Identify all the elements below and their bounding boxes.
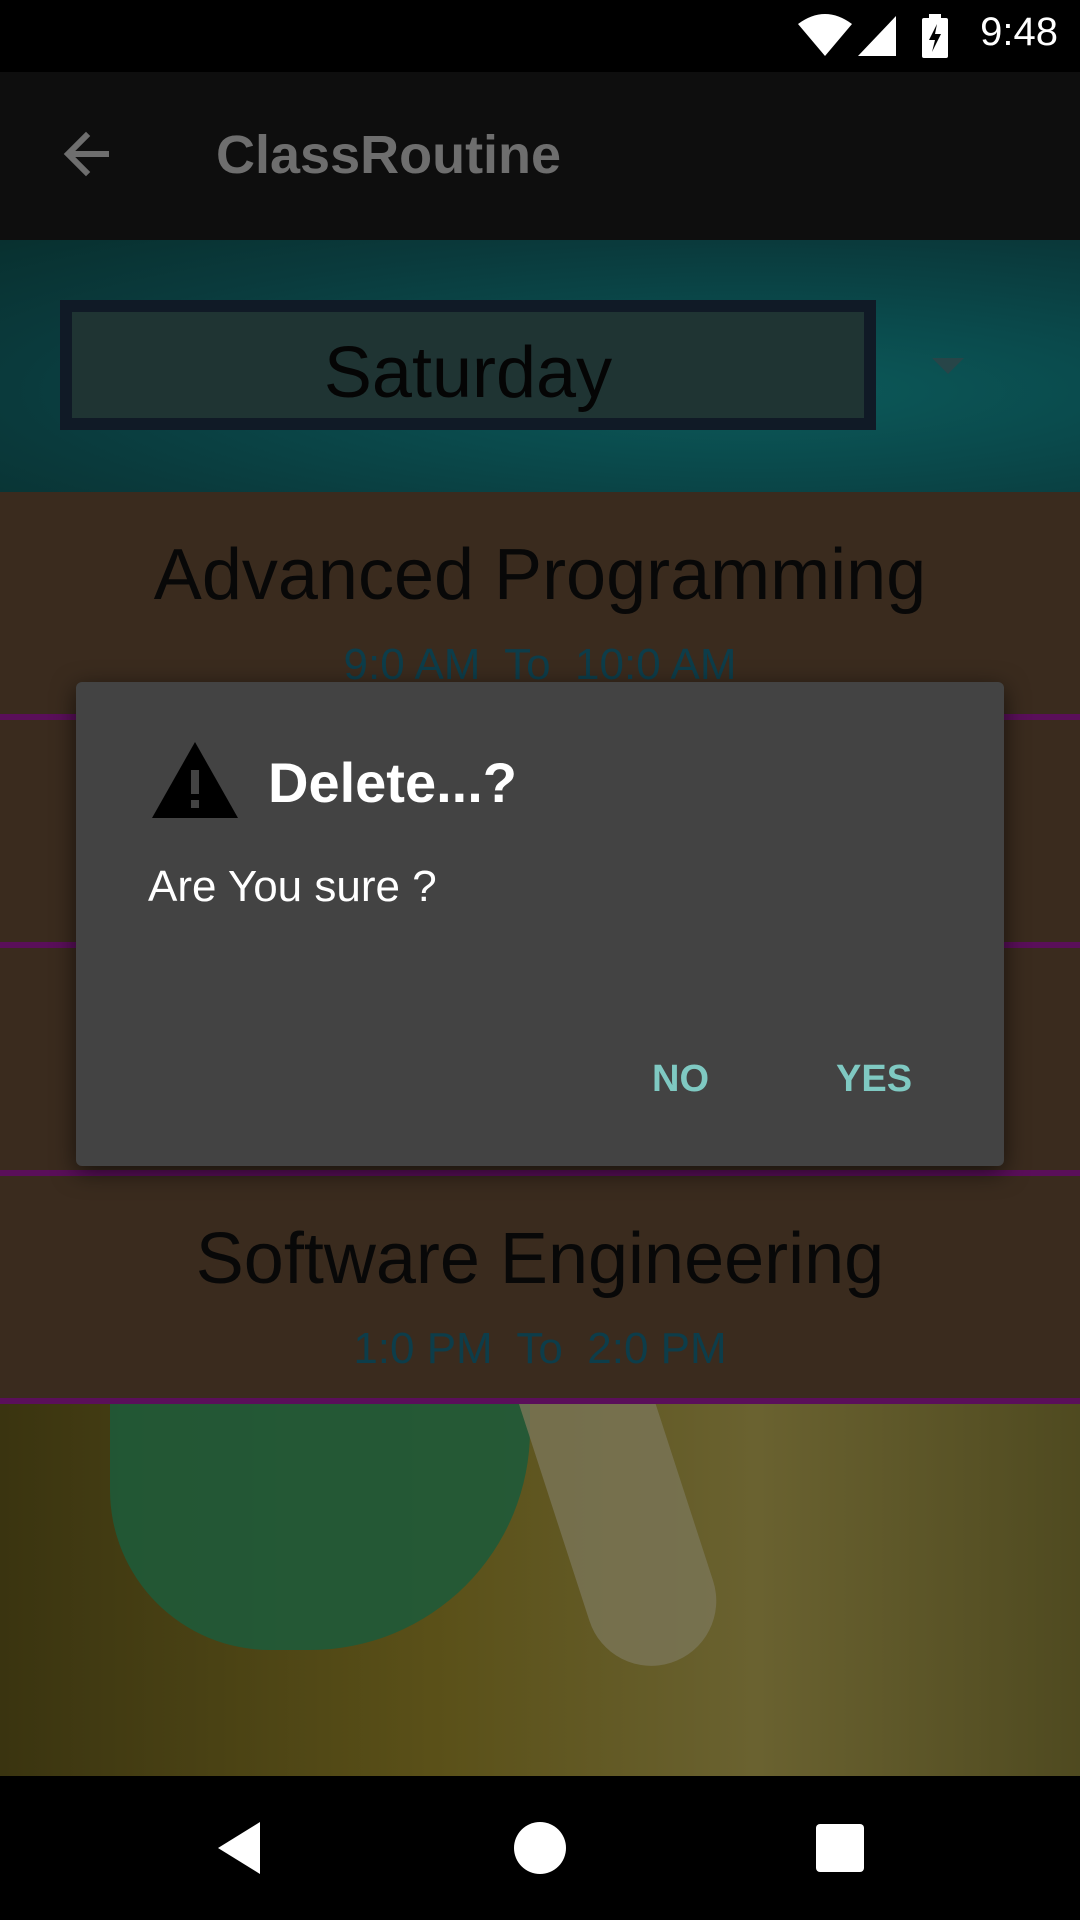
nav-home-icon[interactable]: [508, 1816, 572, 1880]
yes-button[interactable]: YES: [836, 1058, 912, 1101]
class-subject: Advanced Programming: [153, 535, 927, 615]
day-spinner-value: Saturday: [323, 333, 613, 413]
no-button[interactable]: NO: [652, 1058, 709, 1101]
class-subject: Software Engineering: [195, 1219, 885, 1299]
dialog-title: Delete...?: [268, 751, 517, 814]
class-row[interactable]: Software Engineering 1:0 PM To 2:0 PM: [0, 1176, 1080, 1404]
class-timing: 1:0 PM To 2:0 PM: [353, 1324, 727, 1373]
dialog-message: Are You sure ?: [148, 862, 437, 911]
dropdown-arrow-icon[interactable]: [932, 358, 964, 374]
status-bar: 9:48: [0, 0, 1080, 72]
app-bar: ClassRoutine: [0, 72, 1080, 240]
nav-back-icon[interactable]: [208, 1816, 272, 1880]
battery-charging-icon: [922, 14, 948, 58]
wifi-icon: [798, 14, 852, 56]
navigation-bar: [0, 1776, 1080, 1920]
app-title: ClassRoutine: [216, 125, 562, 185]
warning-icon: [152, 742, 238, 818]
status-time: 9:48: [980, 10, 1058, 54]
nav-recents-icon[interactable]: [808, 1816, 872, 1880]
delete-dialog: Delete...? Are You sure ? NO YES: [76, 682, 1004, 1166]
back-arrow-icon[interactable]: [56, 124, 116, 184]
signal-icon: [858, 16, 896, 56]
day-spinner[interactable]: Saturday: [60, 300, 876, 430]
